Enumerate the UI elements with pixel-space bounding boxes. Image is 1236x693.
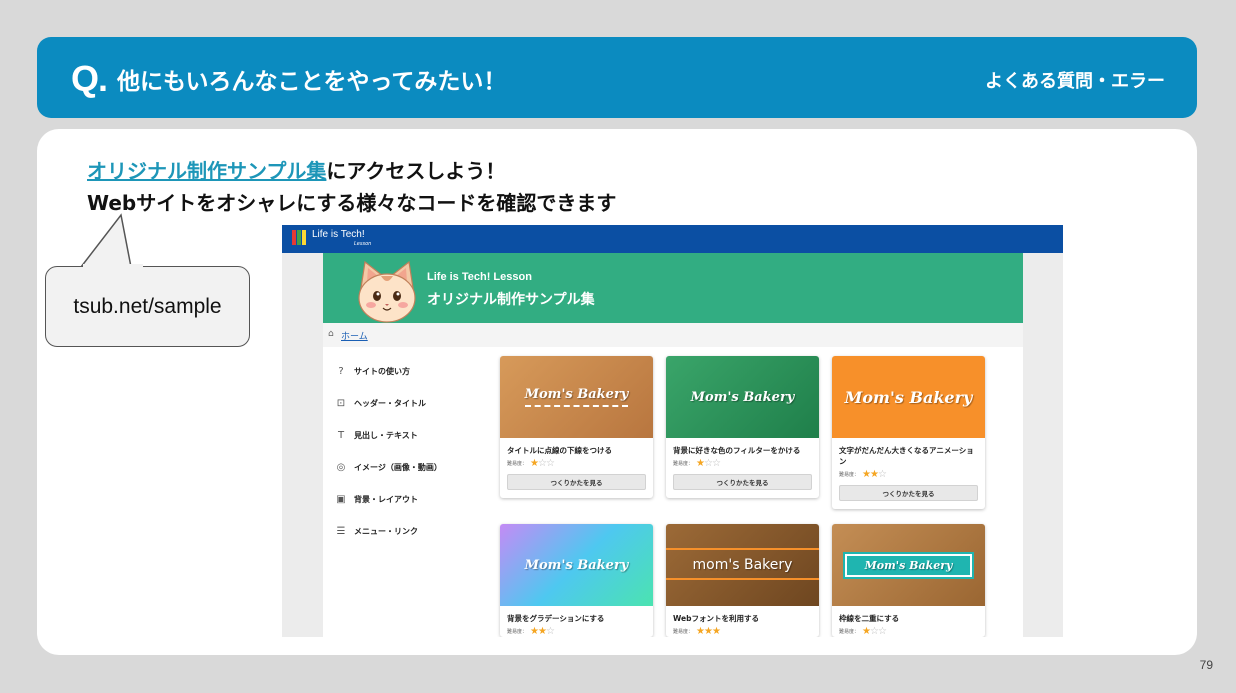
site-topbar: Life is Tech! Lesson bbox=[282, 225, 1063, 253]
banner-title: オリジナル制作サンプル集 bbox=[427, 292, 595, 308]
difficulty-rating: 難易度： ★★☆ bbox=[832, 467, 985, 480]
difficulty-rating: 難易度： ★☆☆ bbox=[666, 456, 819, 469]
sample-card[interactable]: Mom's Bakery タイトルに点線の下線をつける 難易度： ★☆☆ つくり… bbox=[500, 356, 653, 498]
difficulty-label: 難易度： bbox=[839, 472, 860, 478]
sidebar-item-image[interactable]: ◎ イメージ（画像・動画） bbox=[335, 451, 485, 483]
cat-mascot-icon bbox=[358, 260, 416, 323]
orange-rule-top bbox=[666, 548, 819, 550]
sidebar-item-background-layout[interactable]: ▣ 背景・レイアウト bbox=[335, 483, 485, 515]
card-thumbnail: Mom's Bakery bbox=[666, 356, 819, 438]
list-icon: ☰ bbox=[336, 525, 346, 537]
star-rating-icon: ★☆☆ bbox=[696, 458, 721, 469]
sample-card[interactable]: Mom's Bakery 枠線を二重にする 難易度： ★☆☆ bbox=[832, 524, 985, 637]
home-icon: ⌂ bbox=[328, 329, 334, 339]
site-banner: Life is Tech! Lesson オリジナル制作サンプル集 bbox=[323, 253, 1023, 323]
slide-title: 他にもいろんなことをやってみたい！ bbox=[117, 69, 507, 95]
difficulty-rating: 難易度： ★☆☆ bbox=[500, 456, 653, 469]
difficulty-rating: 難易度： ★★★ bbox=[666, 624, 819, 637]
sidebar-menu: ? サイトの使い方 ⊡ ヘッダー・タイトル T 見出し・テキスト ◎ イメージ（… bbox=[335, 355, 485, 547]
banner-subtitle: Life is Tech! Lesson bbox=[427, 271, 532, 283]
card-title: 枠線を二重にする bbox=[839, 614, 900, 623]
card-title: 背景に好きな色のフィルターをかける bbox=[673, 446, 801, 455]
star-rating-icon: ★★★ bbox=[696, 626, 721, 637]
sidebar-item-usage[interactable]: ? サイトの使い方 bbox=[335, 355, 485, 387]
difficulty-rating: 難易度： ★☆☆ bbox=[832, 624, 985, 637]
site-page: Life is Tech! Lesson オリジナル制作サンプル集 ⌂ ホーム … bbox=[323, 253, 1023, 637]
url-speech-bubble: tsub.net/sample bbox=[45, 266, 250, 347]
question-circle-icon: ? bbox=[338, 365, 344, 377]
orange-rule-bottom bbox=[666, 578, 819, 580]
question-mark-label: Q. bbox=[71, 58, 108, 99]
card-thumbnail-text: Mom's Bakery bbox=[690, 389, 795, 405]
card-thumbnail: Mom's Bakery bbox=[500, 356, 653, 438]
sidebar-item-label: ヘッダー・タイトル bbox=[354, 398, 426, 408]
how-to-button[interactable]: つくりかたを見る bbox=[673, 474, 812, 490]
slide-header: Q. 他にもいろんなことをやってみたい！ よくある質問・エラー bbox=[37, 37, 1197, 118]
card-title: 文字がだんだん大きくなるアニメーション bbox=[839, 446, 974, 466]
card-thumbnail-text: mom's Bakery bbox=[692, 557, 793, 573]
sample-card[interactable]: Mom's Bakery 文字がだんだん大きくなるアニメーション 難易度： ★★… bbox=[832, 356, 985, 509]
intro-line2: Webサイトをオシャレにする様々なコードを確認できます bbox=[87, 191, 617, 215]
intro-line1-rest: にアクセスしよう！ bbox=[326, 159, 506, 183]
card-thumbnail: Mom's Bakery bbox=[832, 356, 985, 438]
star-rating-icon: ★★☆ bbox=[862, 469, 887, 480]
sidebar-item-label: 背景・レイアウト bbox=[354, 494, 418, 504]
star-rating-icon: ★★☆ bbox=[530, 626, 555, 637]
card-thumbnail-text: Mom's Bakery bbox=[524, 557, 629, 573]
site-logo-sub: Lesson bbox=[354, 241, 372, 247]
sidebar-item-label: メニュー・リンク bbox=[354, 526, 418, 536]
content-card: オリジナル制作サンプル集にアクセスしよう！ Webサイトをオシャレにする様々なコ… bbox=[37, 129, 1197, 655]
sidebar-item-label: サイトの使い方 bbox=[354, 366, 410, 376]
sample-card[interactable]: mom's Bakery Webフォントを利用する 難易度： ★★★ bbox=[666, 524, 819, 637]
sidebar-item-menu-link[interactable]: ☰ メニュー・リンク bbox=[335, 515, 485, 547]
sample-collection-link[interactable]: オリジナル制作サンプル集 bbox=[87, 159, 326, 183]
card-title: Webフォントを利用する bbox=[673, 614, 759, 623]
header-icon: ⊡ bbox=[336, 397, 346, 409]
speech-bubble-tail bbox=[79, 213, 132, 268]
card-thumbnail: Mom's Bakery bbox=[832, 524, 985, 606]
sidebar-item-label: イメージ（画像・動画） bbox=[354, 462, 442, 472]
speech-bubble-tail-cover bbox=[83, 264, 143, 272]
breadcrumb-home-link[interactable]: ホーム bbox=[341, 329, 368, 342]
difficulty-label: 難易度： bbox=[673, 461, 694, 467]
sample-card[interactable]: Mom's Bakery 背景をグラデーションにする 難易度： ★★☆ bbox=[500, 524, 653, 637]
embedded-website-screenshot: Life is Tech! Lesson Life is Tech! Lesso… bbox=[282, 225, 1063, 637]
star-rating-icon: ★☆☆ bbox=[862, 626, 887, 637]
lit-logo-icon bbox=[292, 230, 306, 245]
category-label: よくある質問・エラー bbox=[985, 71, 1165, 92]
sidebar-item-label: 見出し・テキスト bbox=[354, 430, 418, 440]
card-thumbnail-text: Mom's Bakery bbox=[844, 387, 973, 407]
how-to-button[interactable]: つくりかたを見る bbox=[507, 474, 646, 490]
card-title: 背景をグラデーションにする bbox=[507, 614, 605, 623]
breadcrumb: ⌂ ホーム bbox=[323, 323, 1023, 347]
sample-card[interactable]: Mom's Bakery 背景に好きな色のフィルターをかける 難易度： ★☆☆ … bbox=[666, 356, 819, 498]
card-thumbnail-text: Mom's Bakery bbox=[524, 387, 629, 407]
sidebar-item-heading-text[interactable]: T 見出し・テキスト bbox=[335, 419, 485, 451]
sidebar-item-header-title[interactable]: ⊡ ヘッダー・タイトル bbox=[335, 387, 485, 419]
background-icon: ▣ bbox=[336, 493, 346, 505]
difficulty-label: 難易度： bbox=[507, 461, 528, 467]
how-to-button[interactable]: つくりかたを見る bbox=[839, 485, 978, 501]
intro-text: オリジナル制作サンプル集にアクセスしよう！ Webサイトをオシャレにする様々なコ… bbox=[87, 155, 616, 219]
sample-url-text: tsub.net/sample bbox=[73, 294, 222, 318]
page-number: 79 bbox=[1199, 658, 1213, 672]
card-thumbnail: mom's Bakery bbox=[666, 524, 819, 606]
difficulty-label: 難易度： bbox=[673, 629, 694, 635]
text-size-icon: T bbox=[337, 429, 345, 441]
difficulty-label: 難易度： bbox=[507, 629, 528, 635]
difficulty-label: 難易度： bbox=[839, 629, 860, 635]
camera-icon: ◎ bbox=[336, 461, 346, 473]
site-logo-text: Life is Tech! bbox=[312, 229, 365, 240]
card-title: タイトルに点線の下線をつける bbox=[507, 446, 612, 455]
star-rating-icon: ★☆☆ bbox=[530, 458, 555, 469]
card-thumbnail-text: Mom's Bakery bbox=[842, 551, 975, 579]
card-thumbnail: Mom's Bakery bbox=[500, 524, 653, 606]
difficulty-rating: 難易度： ★★☆ bbox=[500, 624, 653, 637]
